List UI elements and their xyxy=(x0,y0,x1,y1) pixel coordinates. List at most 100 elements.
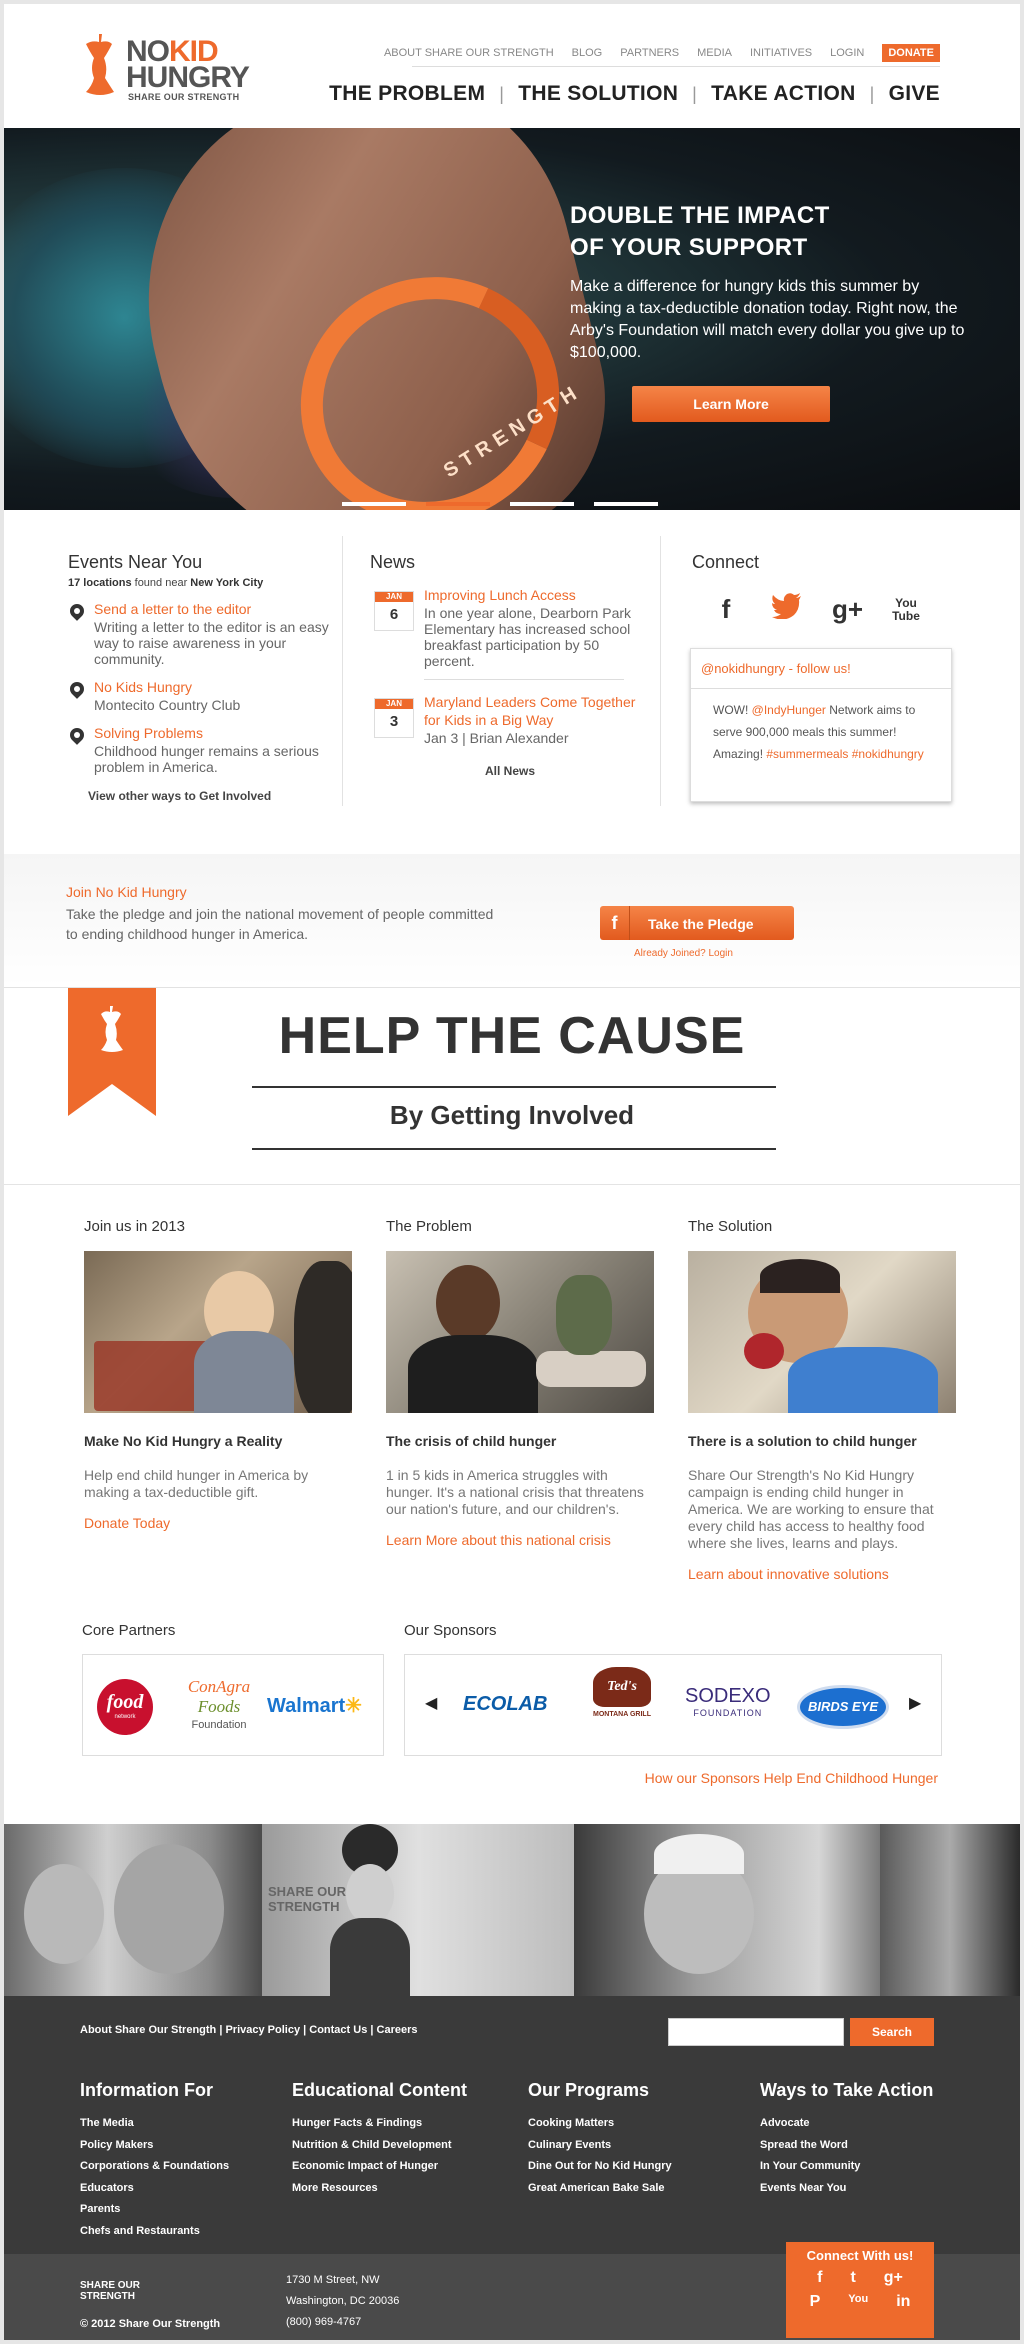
donate-button[interactable]: DONATE xyxy=(882,44,940,62)
hashtag-link[interactable]: #summermeals xyxy=(766,747,848,761)
learn-innovative-solutions-link[interactable]: Learn about innovative solutions xyxy=(688,1566,956,1582)
footer-links[interactable]: About Share Our Strength | Privacy Polic… xyxy=(80,2024,418,2036)
event-title-link[interactable]: No Kids Hungry xyxy=(94,679,192,695)
footer-search-input[interactable] xyxy=(668,2018,844,2046)
news-divider xyxy=(424,679,624,680)
footer-link[interactable]: Policy Makers xyxy=(80,2135,229,2157)
event-title-link[interactable]: Send a letter to the editor xyxy=(94,601,251,617)
footer-link[interactable]: Spread the Word xyxy=(760,2135,933,2157)
birds-eye-logo[interactable]: BIRDS EYE xyxy=(797,1685,889,1729)
nav-the-solution[interactable]: THE SOLUTION xyxy=(518,82,678,106)
carousel-next-arrow-icon[interactable]: ▶ xyxy=(909,1693,921,1713)
event-description: Montecito Country Club xyxy=(94,697,241,713)
nav-login[interactable]: LOGIN xyxy=(830,47,864,59)
footer-link[interactable]: Cooking Matters xyxy=(528,2113,672,2135)
footer-column-title: Information For xyxy=(80,2080,213,2100)
footer-link[interactable]: Corporations & Foundations xyxy=(80,2156,229,2178)
hero-banner: STRENGTH xyxy=(4,128,1020,510)
nav-partners[interactable]: PARTNERS xyxy=(620,47,679,59)
news-title-link[interactable]: Improving Lunch Access xyxy=(424,587,576,603)
footer-link[interactable]: Great American Bake Sale xyxy=(528,2178,672,2200)
footer-link[interactable]: Chefs and Restaurants xyxy=(80,2221,229,2243)
footer-link[interactable]: Hunger Facts & Findings xyxy=(292,2113,467,2135)
ecolab-logo[interactable]: ECOLAB xyxy=(463,1693,547,1716)
donate-today-link[interactable]: Donate Today xyxy=(84,1515,352,1531)
footer-link[interactable]: Nutrition & Child Development xyxy=(292,2135,467,2157)
slider-dot[interactable] xyxy=(594,502,658,506)
news-title-link[interactable]: Maryland Leaders Come Together for Kids … xyxy=(424,694,635,728)
youtube-icon[interactable]: You xyxy=(848,2293,868,2311)
conagra-foods-foundation-logo[interactable]: ConAgra Foods Foundation xyxy=(179,1677,259,1734)
linkedin-icon[interactable]: in xyxy=(896,2293,910,2311)
footer-column-programs: Our Programs Cooking Matters Culinary Ev… xyxy=(528,2080,672,2199)
footer-link[interactable]: Educators xyxy=(80,2178,229,2200)
food-network-logo[interactable]: food network xyxy=(97,1679,153,1735)
slider-dot[interactable] xyxy=(510,502,574,506)
connect-title: Connect xyxy=(692,552,760,572)
footer-link[interactable]: Economic Impact of Hunger xyxy=(292,2156,467,2178)
footer-link[interactable]: More Resources xyxy=(292,2178,467,2200)
no-kid-hungry-logo[interactable]: NOKID HUNGRY SHARE OUR STRENGTH xyxy=(82,28,252,108)
events-title: Events Near You xyxy=(68,552,203,572)
teds-montana-grill-logo[interactable]: Ted's MONTANA GRILL xyxy=(589,1667,655,1718)
nav-separator: | xyxy=(869,83,875,104)
logo-tagline: SHARE OUR STRENGTH xyxy=(128,92,240,102)
join-no-kid-hungry-link[interactable]: Join No Kid Hungry xyxy=(66,884,187,900)
column-divider xyxy=(342,536,343,806)
facebook-icon[interactable]: f xyxy=(712,594,740,625)
nav-the-problem[interactable]: THE PROBLEM xyxy=(329,82,485,106)
footer-column-take-action: Ways to Take Action Advocate Spread the … xyxy=(760,2080,933,2199)
twitter-icon[interactable]: t xyxy=(850,2269,855,2287)
footer-link[interactable]: Dine Out for No Kid Hungry xyxy=(528,2156,672,2178)
twitter-handle-link[interactable]: @nokidhungry - follow us! xyxy=(691,649,951,689)
connect-section: Connect f g+ You Tube @nokidhungry - fol… xyxy=(690,552,962,802)
google-plus-icon[interactable]: g+ xyxy=(884,2269,903,2287)
footer-link[interactable]: Parents xyxy=(80,2199,229,2221)
footer-link[interactable]: In Your Community xyxy=(760,2156,933,2178)
youtube-icon[interactable]: You Tube xyxy=(892,596,920,623)
pledge-description: Take the pledge and join the national mo… xyxy=(66,906,494,942)
nav-media[interactable]: MEDIA xyxy=(697,47,732,59)
all-news-link[interactable]: All News xyxy=(370,764,650,778)
footer-search-button[interactable]: Search xyxy=(850,2018,934,2046)
pinterest-icon[interactable]: P xyxy=(810,2293,821,2311)
nav-initiatives[interactable]: INITIATIVES xyxy=(750,47,812,59)
hashtag-link[interactable]: #nokidhungry xyxy=(852,747,924,761)
involve-card-join: Join us in 2013 Make No Kid Hungry a Rea… xyxy=(84,1218,352,1531)
child-eating-apple-photo xyxy=(688,1251,956,1413)
nav-separator: | xyxy=(499,83,505,104)
map-pin-icon xyxy=(67,679,87,699)
take-the-pledge-button[interactable]: f Take the Pledge xyxy=(600,906,794,940)
nav-about[interactable]: ABOUT SHARE OUR STRENGTH xyxy=(384,47,554,59)
event-title-link[interactable]: Solving Problems xyxy=(94,725,203,741)
nav-blog[interactable]: BLOG xyxy=(572,47,603,59)
twitter-icon[interactable] xyxy=(772,593,801,626)
celebrity-photo-strip: SHARE OUR STRENGTH xyxy=(4,1824,1020,1996)
carousel-prev-arrow-icon[interactable]: ◀ xyxy=(425,1693,437,1713)
view-other-ways-link[interactable]: View other ways to Get Involved xyxy=(88,789,338,803)
event-item: Solving Problems Childhood hunger remain… xyxy=(67,725,338,775)
footer-link[interactable]: Culinary Events xyxy=(528,2135,672,2157)
already-joined-login-link[interactable]: Already Joined? Login xyxy=(634,948,733,959)
card-heading: The Solution xyxy=(688,1218,773,1235)
walmart-logo[interactable]: Walmart✳ xyxy=(267,1693,362,1718)
kids-classroom-photo xyxy=(84,1251,352,1413)
footer-link[interactable]: The Media xyxy=(80,2113,229,2135)
sodexo-foundation-logo[interactable]: SODEXO FOUNDATION xyxy=(685,1685,771,1718)
footer-link[interactable]: Events Near You xyxy=(760,2178,933,2200)
slider-dot-active[interactable] xyxy=(426,502,490,506)
nav-take-action[interactable]: TAKE ACTION xyxy=(711,82,855,106)
google-plus-icon[interactable]: g+ xyxy=(832,594,863,625)
learn-more-crisis-link[interactable]: Learn More about this national crisis xyxy=(386,1532,654,1548)
footer-link[interactable]: Advocate xyxy=(760,2113,933,2135)
facebook-icon[interactable]: f xyxy=(817,2269,822,2287)
social-icons: f g+ You Tube xyxy=(692,593,962,626)
slider-dot[interactable] xyxy=(342,502,406,506)
getting-involved-subtitle: By Getting Involved xyxy=(389,1100,635,1130)
tweet-mention-link[interactable]: @IndyHunger xyxy=(752,703,826,717)
nav-give[interactable]: GIVE xyxy=(889,82,940,106)
sponsors-help-link[interactable]: How our Sponsors Help End Childhood Hung… xyxy=(645,1770,938,1786)
hero-learn-more-button[interactable]: Learn More xyxy=(632,386,830,422)
card-caption: There is a solution to child hunger xyxy=(688,1433,917,1449)
calendar-date-icon: JAN 6 xyxy=(374,591,414,631)
